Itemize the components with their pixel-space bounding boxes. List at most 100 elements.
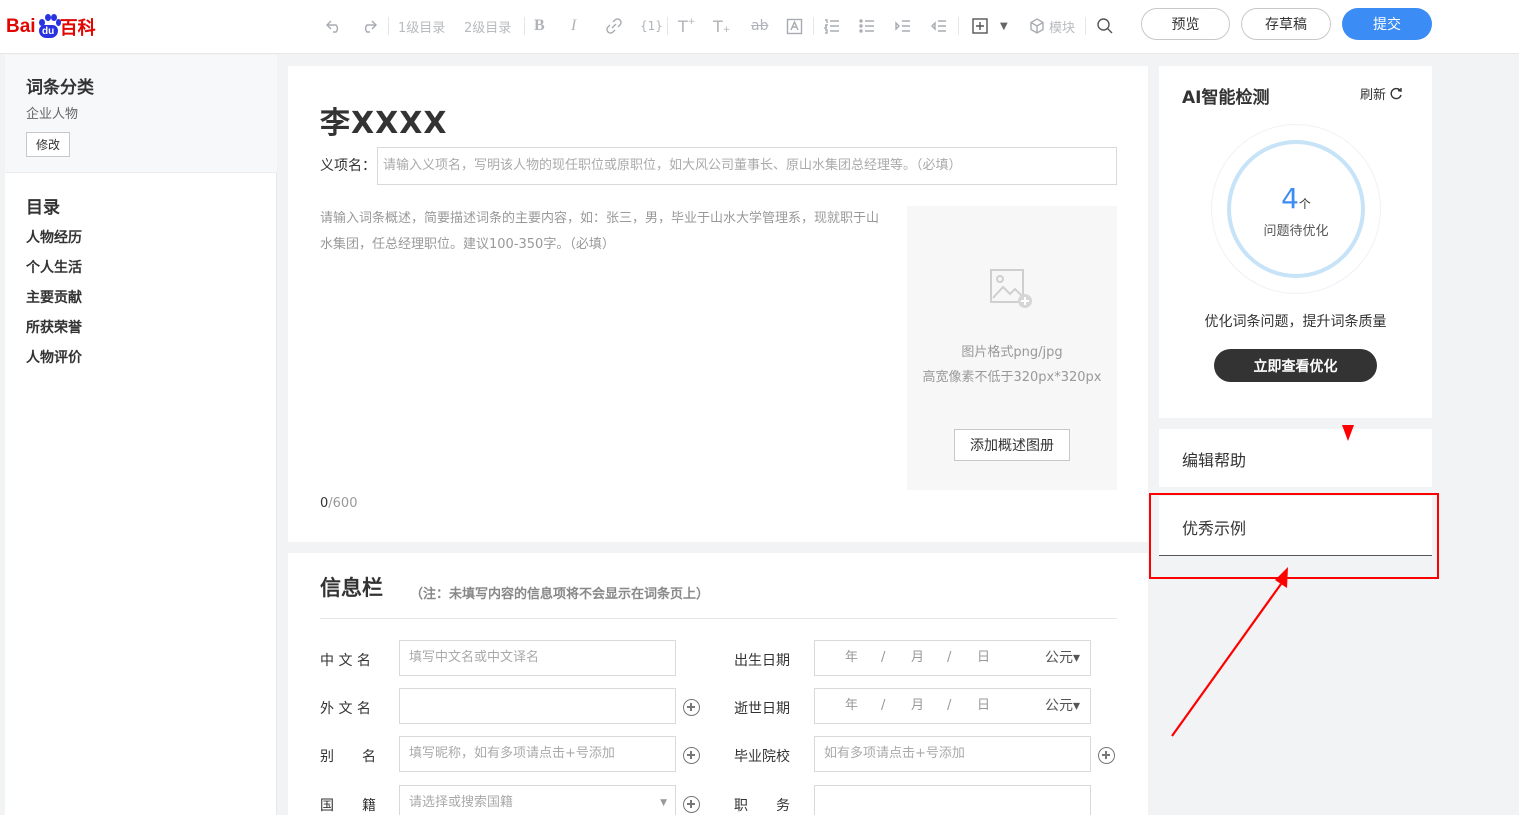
- toc-item[interactable]: 个人生活: [26, 257, 82, 277]
- redo-icon[interactable]: [360, 14, 378, 38]
- birth-date-input[interactable]: 年 / 月 / 日 公元▾: [814, 640, 1091, 676]
- toc-item[interactable]: 人物经历: [26, 227, 82, 247]
- add-field-icon[interactable]: [1098, 747, 1115, 764]
- add-field-icon[interactable]: [683, 796, 700, 813]
- category-value: 企业人物: [26, 107, 79, 122]
- refresh-icon: [1390, 87, 1402, 99]
- issue-count-ring: 4个 问题待优化: [1211, 124, 1381, 294]
- insert-dropdown-icon[interactable]: ▼: [1000, 14, 1008, 38]
- view-optimization-button[interactable]: 立即查看优化: [1214, 349, 1377, 382]
- field-label: 职 务: [734, 798, 790, 814]
- refresh-label: 刷新: [1360, 88, 1387, 103]
- date-separator: /: [881, 698, 886, 713]
- level2-heading-button[interactable]: 2级目录: [464, 14, 511, 38]
- summary-card: 李XXXX 义项名： 请输入义项名，写明该人物的现任职位或原职位，如大风公司董事…: [288, 66, 1148, 542]
- save-draft-button[interactable]: 存草稿: [1241, 8, 1331, 40]
- dropdown-arrow-icon: ▼: [660, 798, 667, 808]
- sense-label: 义项名：: [320, 158, 376, 174]
- text-box-icon[interactable]: [786, 14, 803, 38]
- pointer-arrow-line: [1171, 583, 1282, 737]
- add-summary-album-button[interactable]: 添加概述图册: [954, 429, 1070, 461]
- image-size-hint: 高宽像素不低于320px*320px: [922, 370, 1102, 385]
- alias-input[interactable]: 填写昵称，如有多项请点击+号添加: [399, 736, 676, 772]
- summary-editor[interactable]: 请输入词条概述，简要描述词条的主要内容，如：张三，男，毕业于山水大学管理系，现就…: [320, 206, 885, 258]
- logo-baike-text: 百科: [59, 18, 96, 39]
- submit-button[interactable]: 提交: [1342, 8, 1432, 40]
- divider: [320, 618, 1117, 619]
- foreign-name-input[interactable]: [399, 688, 676, 724]
- era-select[interactable]: 公元▾: [1045, 689, 1080, 723]
- link-icon[interactable]: [605, 14, 623, 38]
- info-box-note: （注：未填写内容的信息项将不会显示在词条页上）: [410, 587, 710, 602]
- toc-title: 目录: [26, 198, 60, 218]
- issue-count: 4个: [1231, 182, 1361, 215]
- day-part: 日: [977, 698, 991, 713]
- word-count-max: /600: [328, 496, 358, 511]
- superscript-icon[interactable]: T +: [678, 14, 695, 38]
- baidu-baike-logo[interactable]: Bai du 百科: [6, 10, 96, 44]
- era-select[interactable]: 公元▾: [1045, 641, 1080, 675]
- field-label: 别 名: [320, 749, 376, 765]
- insert-icon[interactable]: [971, 14, 989, 38]
- field-label: 国 籍: [320, 798, 376, 814]
- category-title: 词条分类: [26, 78, 94, 98]
- top-toolbar: Bai du 百科 1级目录 2级目录 B I {1} T + T + ab ▼…: [0, 0, 1519, 54]
- nationality-select[interactable]: 请选择或搜索国籍 ▼: [399, 785, 676, 815]
- strikethrough-icon[interactable]: ab: [751, 14, 768, 38]
- highlight-box: [1149, 493, 1439, 579]
- date-separator: /: [947, 650, 952, 665]
- paw-icon: du: [37, 14, 61, 40]
- nationality-placeholder: 请选择或搜索国籍: [409, 795, 514, 810]
- refresh-button[interactable]: 刷新: [1360, 84, 1403, 103]
- field-label: 中 文 名: [320, 653, 371, 669]
- level1-heading-button[interactable]: 1级目录: [398, 14, 445, 38]
- image-format-hint: 图片格式png/jpg: [961, 345, 1063, 360]
- field-label: 逝世日期: [734, 701, 790, 717]
- year-part: 年: [845, 698, 859, 713]
- add-field-icon[interactable]: [683, 747, 700, 764]
- school-input[interactable]: 如有多项请点击+号添加: [814, 736, 1091, 772]
- search-icon[interactable]: [1096, 14, 1114, 38]
- position-input[interactable]: [814, 785, 1091, 815]
- day-part: 日: [977, 650, 991, 665]
- indent-icon[interactable]: [894, 14, 912, 38]
- undo-icon[interactable]: [325, 14, 343, 38]
- info-box-title: 信息栏: [320, 576, 383, 600]
- date-separator: /: [947, 698, 952, 713]
- image-add-icon: [990, 269, 1032, 308]
- word-count: 0/600: [320, 496, 357, 511]
- toc-item[interactable]: 主要贡献: [26, 287, 82, 307]
- ai-description: 优化词条问题，提升词条质量: [1204, 314, 1387, 330]
- field-label: 出生日期: [734, 653, 790, 669]
- year-part: 年: [845, 650, 859, 665]
- category-section: 词条分类 企业人物 修改: [5, 55, 277, 173]
- module-button[interactable]: 模块: [1029, 14, 1075, 38]
- edit-help-card[interactable]: 编辑帮助: [1159, 429, 1432, 487]
- module-label: 模块: [1049, 20, 1076, 36]
- outdent-icon[interactable]: [930, 14, 948, 38]
- modify-category-button[interactable]: 修改: [26, 132, 70, 157]
- subscript-icon[interactable]: T +: [713, 14, 730, 38]
- date-separator: /: [881, 650, 886, 665]
- bold-icon[interactable]: B: [534, 14, 545, 38]
- entry-title[interactable]: 李XXXX: [320, 98, 448, 142]
- sense-input[interactable]: 请输入义项名，写明该人物的现任职位或原职位，如大风公司董事长、原山水集团总经理等…: [377, 147, 1117, 185]
- summary-image-upload[interactable]: 图片格式png/jpg 高宽像素不低于320px*320px 添加概述图册: [907, 206, 1117, 490]
- add-field-icon[interactable]: [683, 699, 700, 716]
- field-label: 外 文 名: [320, 701, 371, 717]
- italic-icon[interactable]: I: [571, 14, 576, 38]
- issue-count-subtitle: 问题待优化: [1263, 224, 1329, 239]
- ai-detection-title: AI智能检测: [1182, 88, 1270, 108]
- month-part: 月: [911, 650, 925, 665]
- reference-icon[interactable]: {1}: [640, 14, 663, 38]
- chinese-name-input[interactable]: 填写中文名或中文译名: [399, 640, 676, 676]
- field-label: 毕业院校: [734, 749, 790, 765]
- ordered-list-icon[interactable]: [823, 14, 841, 38]
- toc-item[interactable]: 所获荣誉: [26, 317, 82, 337]
- unordered-list-icon[interactable]: [858, 14, 876, 38]
- logo-bai-text: Bai: [6, 16, 36, 37]
- preview-button[interactable]: 预览: [1141, 8, 1230, 40]
- ai-detection-card: AI智能检测 刷新 4个 问题待优化 优化词条问题，提升词条质量 立即查看优化: [1159, 66, 1432, 418]
- toc-item[interactable]: 人物评价: [26, 347, 82, 367]
- death-date-input[interactable]: 年 / 月 / 日 公元▾: [814, 688, 1091, 724]
